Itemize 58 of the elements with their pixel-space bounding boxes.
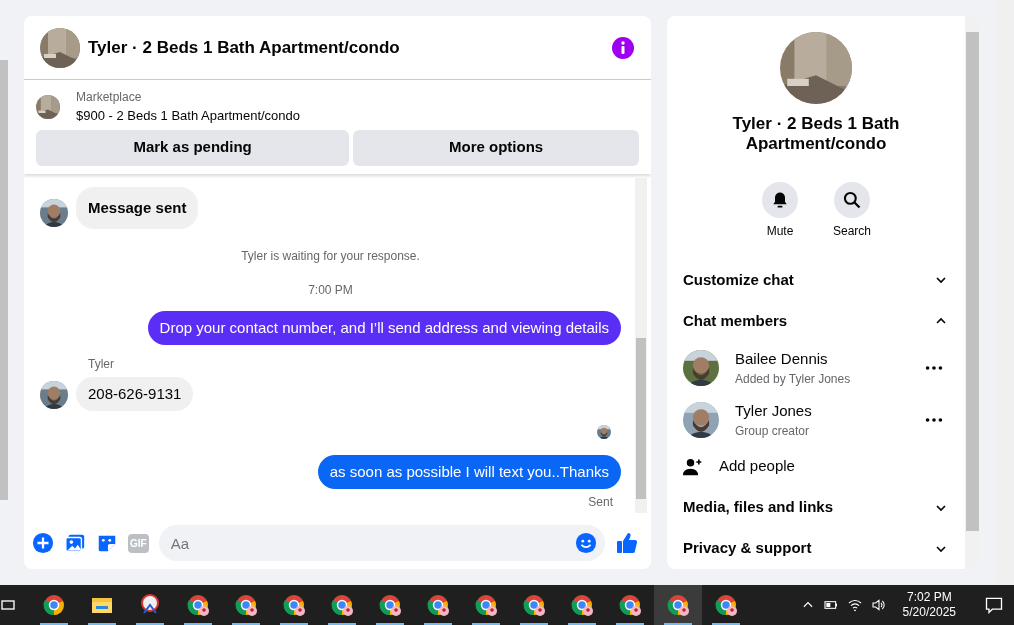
profile-icon bbox=[330, 593, 354, 617]
profile-icon bbox=[378, 593, 402, 617]
plus-icon[interactable] bbox=[32, 532, 54, 554]
image-icon[interactable] bbox=[64, 532, 86, 554]
profile-icon bbox=[186, 593, 210, 617]
browser-icon bbox=[42, 593, 66, 617]
system-notice: Tyler is waiting for your response. bbox=[240, 248, 421, 265]
section-header[interactable]: Privacy & support bbox=[683, 528, 949, 569]
profile-icon bbox=[618, 593, 642, 617]
message-bubble: Drop your contact number, and I’ll send address and viewing details bbox=[147, 311, 621, 345]
scrollbar[interactable] bbox=[635, 177, 647, 513]
wifi-icon[interactable] bbox=[846, 597, 863, 613]
action-label: Mute bbox=[765, 223, 795, 240]
section-header[interactable]: Customize chat bbox=[683, 260, 949, 301]
section-header[interactable]: Chat members bbox=[683, 300, 949, 342]
message-bubble: Message sent bbox=[76, 187, 199, 229]
timestamp: 7:00 PM bbox=[307, 282, 354, 299]
profile-icon bbox=[522, 593, 546, 617]
profile-icon bbox=[474, 593, 498, 617]
taskbar-app[interactable] bbox=[654, 585, 702, 625]
message-bubble: 208-626-9131 bbox=[76, 377, 194, 411]
sender-name: Tyler bbox=[88, 356, 115, 373]
speaker-icon[interactable] bbox=[870, 597, 887, 613]
emoji-icon[interactable] bbox=[575, 532, 597, 554]
add-person-icon bbox=[683, 456, 703, 477]
profile-icon bbox=[282, 593, 306, 617]
action-label: Search bbox=[832, 223, 872, 240]
task-view-icon[interactable] bbox=[0, 597, 16, 613]
message-status: Sent bbox=[587, 494, 613, 511]
mute-button[interactable] bbox=[762, 182, 798, 218]
taskbar-clock[interactable]: 7:02 PM 5/20/2025 bbox=[902, 590, 956, 620]
scrollbar[interactable] bbox=[965, 16, 980, 569]
member-role: Group creator bbox=[735, 423, 811, 441]
more-options-button[interactable]: More options bbox=[353, 129, 639, 166]
conversation-title: Tyler · 2 Beds 1 Bath Apartment/condo bbox=[88, 36, 401, 59]
listing-source: Marketplace bbox=[76, 89, 143, 106]
message-bubble: as soon as possible I will text you..Thanks bbox=[317, 455, 621, 489]
search-button[interactable] bbox=[834, 182, 870, 218]
notifications-icon[interactable] bbox=[984, 595, 1004, 615]
profile-icon bbox=[570, 593, 594, 617]
scrollbar[interactable] bbox=[0, 60, 8, 500]
info-icon[interactable] bbox=[611, 35, 635, 60]
listing-title: $900 - 2 Beds 1 Bath Apartment/condo bbox=[76, 107, 301, 125]
member-name: Tyler Jones bbox=[735, 400, 813, 421]
search-icon bbox=[842, 190, 862, 210]
thumbs-up-icon[interactable] bbox=[615, 531, 639, 555]
scrollbar[interactable] bbox=[996, 0, 1014, 585]
member-role: Added by Tyler Jones bbox=[735, 371, 852, 389]
conversation-title: Tyler · 2 Beds 1 Bath Apartment/condo bbox=[731, 114, 901, 154]
profile-icon bbox=[714, 593, 738, 617]
mark-pending-button[interactable]: Mark as pending bbox=[36, 129, 350, 166]
add-people-button[interactable]: Add people bbox=[683, 446, 949, 488]
section-header[interactable]: Media, files and links bbox=[683, 487, 949, 529]
profile-icon bbox=[234, 593, 258, 617]
profile-icon bbox=[426, 593, 450, 617]
profile-icon bbox=[666, 593, 690, 617]
message-input[interactable]: Aa bbox=[158, 525, 605, 561]
member-name: Bailee Dennis bbox=[735, 348, 829, 369]
